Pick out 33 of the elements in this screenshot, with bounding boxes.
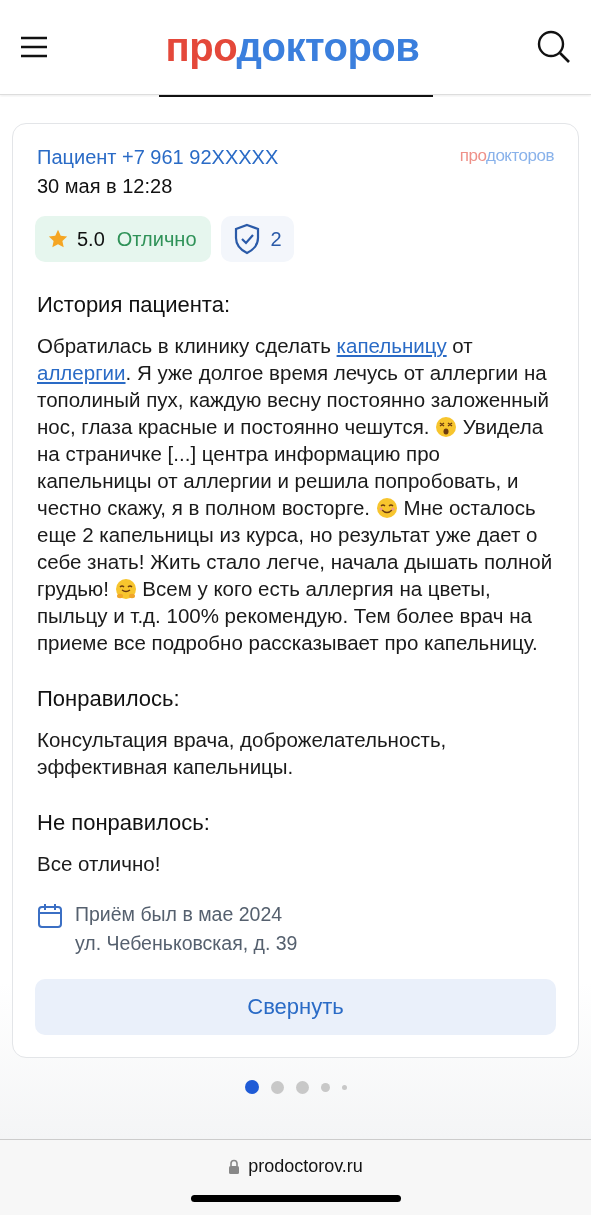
section-title: Не понравилось:: [36, 810, 211, 836]
page-dot[interactable]: [320, 1082, 330, 1092]
section-text: Все отлично!: [36, 851, 162, 877]
section-title: История пациента:: [36, 292, 232, 318]
collapse-button[interactable]: Свернуть: [35, 979, 556, 1035]
visit-date: Приём был в мае 2024: [75, 903, 284, 926]
source-logo: продокторов: [459, 146, 554, 166]
url-text[interactable]: prodoctorov.ru: [248, 1156, 363, 1177]
section-text: Обратилась в клинику сделать капельницу от аллергии. Я уже долгое время лечусь от аллергии на тополиный пух, каждую весну постоянно заложенный нос, глаза красные и постоянно чешутся. Увидела на страничке [...] центра информацию про капельницы от аллергии и решила попробовать, и честно скажу, я в полном восторге. Мне осталось еще 2 капельницы из курса, но результат уже дает о себе знать! Жить стало легче, начала дышать полной грудью! Всем у кого есть аллергия на цветы, пыльцу и т.д. 100% рекомендую. Тем более врач на приеме все подробно рассказывает про капельницу.: [36, 333, 554, 656]
menu-icon[interactable]: [20, 36, 48, 58]
page-dot[interactable]: [244, 1080, 259, 1094]
star-icon: [47, 228, 69, 250]
emoji-icon: [435, 416, 458, 438]
rating-score: 5.0: [77, 227, 105, 251]
search-icon[interactable]: [537, 30, 571, 64]
rating-verdict: Отлично: [116, 227, 197, 251]
review-date: 30 мая в 12:28: [36, 175, 174, 198]
verified-count: 2: [270, 227, 282, 251]
page-dot[interactable]: [295, 1080, 309, 1094]
text-link[interactable]: капельницу: [336, 334, 447, 357]
page-dot[interactable]: [341, 1084, 347, 1090]
clinic-address: ул. Чебеньковская, д. 39: [75, 932, 298, 955]
section-title: Понравилось:: [36, 686, 181, 712]
shield-check-icon: [232, 223, 261, 255]
page-dot[interactable]: [270, 1080, 284, 1094]
section-text: Консультация врача, доброжелательность, эффективная капельницы.: [36, 727, 448, 780]
emoji-icon: [114, 578, 137, 600]
text-link[interactable]: аллергии: [37, 361, 126, 384]
lock-icon: [228, 1159, 241, 1174]
review-author: Пациент +7 961 92XXXXX: [37, 146, 279, 169]
emoji-icon: [375, 497, 398, 519]
calendar-icon: [37, 903, 63, 929]
site-logo: продокторов: [165, 24, 420, 70]
